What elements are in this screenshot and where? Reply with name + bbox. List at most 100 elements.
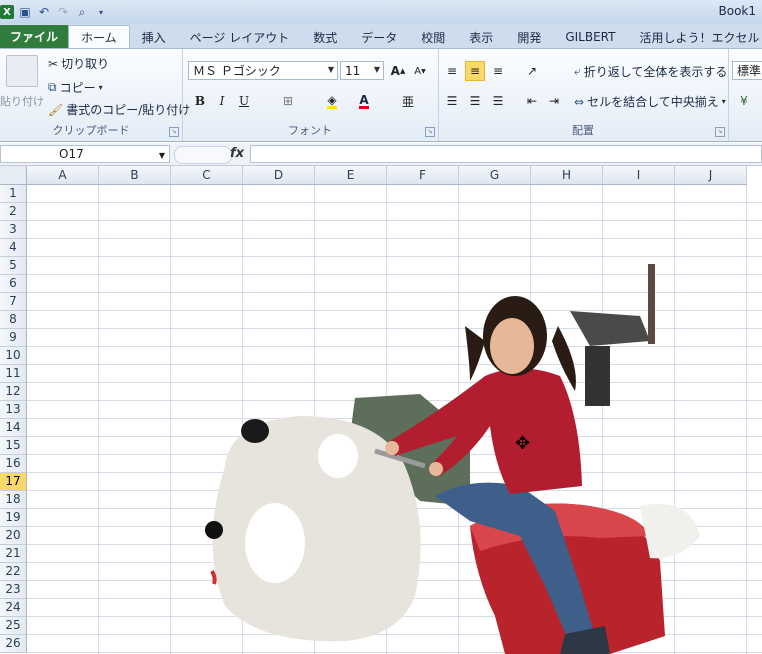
italic-button[interactable]: I: [212, 91, 232, 111]
tab-developer[interactable]: 開発: [505, 26, 553, 48]
name-box-value: O17: [59, 147, 84, 161]
number-format-value: 標準: [737, 64, 762, 78]
align-middle-icon[interactable]: ≡: [465, 61, 485, 81]
tab-review[interactable]: 校閲: [409, 26, 457, 48]
undo-icon[interactable]: ↶: [36, 4, 52, 20]
clipboard-group-label: クリップボード: [52, 124, 130, 137]
tab-file[interactable]: ファイル: [0, 25, 69, 48]
tab-page-layout[interactable]: ページ レイアウト: [178, 26, 302, 48]
cut-label: 切り取り: [61, 57, 110, 71]
merge-icon: ⇔: [574, 94, 585, 109]
font-group: ＭＳ Ｐゴシック ▼ 11 ▼ A ▲ A ▼ B I U ⊞ ◈ A 亜 フォント…: [182, 49, 439, 141]
chevron-down-icon: ▼: [373, 65, 380, 74]
format-painter-label: 書式のコピー/貼り付け: [66, 103, 191, 117]
alignment-group-label: 配置: [572, 124, 594, 137]
move-cursor-icon: ✥: [515, 433, 530, 454]
wrap-text-icon: ⤶: [574, 64, 581, 78]
tab-formulas[interactable]: 数式: [301, 26, 349, 48]
ribbon: 貼り付け ✂ 切り取り ⧉ コピー ▾ 🖌 書式のコピー/貼り付け クリップボー…: [0, 49, 762, 142]
font-name-select[interactable]: ＭＳ Ｐゴシック ▼: [188, 61, 338, 80]
tab-data[interactable]: データ: [349, 26, 409, 48]
girl-pigtail-left: [465, 326, 485, 381]
panda-nose: [205, 521, 223, 539]
align-right-icon[interactable]: ☰: [488, 91, 508, 111]
merge-center-label: セルを結合して中央揃え: [587, 95, 719, 109]
font-color-icon[interactable]: A: [354, 91, 374, 111]
chevron-down-icon: ▼: [327, 65, 334, 74]
align-bottom-icon[interactable]: ≡: [488, 61, 508, 81]
tab-home[interactable]: ホーム: [68, 25, 130, 48]
chevron-down-icon: ▾: [721, 97, 726, 106]
wrap-text-label: 折り返して全体を表示する: [583, 65, 728, 79]
orientation-icon[interactable]: ↗: [522, 61, 542, 81]
worksheet-grid[interactable]: ABCDEFGHIJ 1 2 3 4 5 6 7 8 9 10 11 12 13 14 15 16 17 18 19…: [0, 166, 762, 654]
tab-insert[interactable]: 挿入: [130, 26, 178, 48]
currency-icon[interactable]: ¥: [734, 91, 754, 111]
align-center-icon[interactable]: ☰: [465, 91, 485, 111]
align-top-icon[interactable]: ≡: [442, 61, 462, 81]
tab-katsuyo-excel[interactable]: 活用しよう！エクセル: [627, 26, 762, 48]
tab-view[interactable]: 表示: [457, 26, 505, 48]
borders-icon[interactable]: ⊞: [278, 91, 298, 111]
clipboard-group: 貼り付け ✂ 切り取り ⧉ コピー ▾ 🖌 書式のコピー/貼り付け クリップボー…: [0, 49, 190, 141]
dialog-launcher-icon[interactable]: ↘: [715, 127, 725, 137]
panda-ear-hole: [318, 434, 358, 478]
panda-ear: [241, 419, 269, 443]
workbook-title: Book1: [718, 4, 757, 18]
panda-mouth: [210, 570, 217, 585]
panda-eye-hole: [245, 503, 305, 583]
chevron-down-icon: ▼: [158, 151, 165, 160]
copy-label: コピー: [59, 81, 96, 95]
paintbrush-icon: 🖌: [48, 102, 64, 117]
title-bar: X ▣ ↶ ↷ ⌕ ▾ Book1: [0, 0, 762, 24]
align-left-icon[interactable]: ☰: [442, 91, 462, 111]
merge-center-button[interactable]: ⇔ セルを結合して中央揃え ▾: [574, 93, 726, 110]
print-preview-icon[interactable]: ⌕: [74, 4, 90, 20]
excel-logo-icon[interactable]: X: [0, 5, 14, 19]
phonetic-icon[interactable]: 亜: [398, 91, 418, 111]
paste-button[interactable]: 貼り付け: [0, 93, 44, 109]
redo-icon[interactable]: ↷: [55, 4, 71, 20]
quick-access-toolbar: X ▣ ↶ ↷ ⌕ ▾: [0, 2, 109, 22]
fill-color-icon[interactable]: ◈: [322, 91, 342, 111]
ribbon-tabs: ファイル ホーム 挿入 ページ レイアウト 数式 データ 校閲 表示 開発 GI…: [0, 24, 762, 49]
font-size-select[interactable]: 11 ▼: [340, 61, 384, 80]
ride-motor: [585, 346, 610, 406]
formula-bar-divider: [174, 146, 232, 164]
copy-button[interactable]: ⧉ コピー ▾: [48, 79, 103, 96]
copy-icon: ⧉: [48, 80, 57, 94]
save-icon[interactable]: ▣: [17, 4, 33, 20]
formula-input[interactable]: [250, 145, 762, 163]
underline-button[interactable]: U: [234, 91, 254, 111]
bold-button[interactable]: B: [190, 91, 210, 111]
formula-bar: O17 ▼ fx: [0, 143, 762, 166]
girl-hand: [385, 441, 399, 455]
ride-pole: [648, 264, 655, 344]
insert-function-icon[interactable]: fx: [230, 146, 244, 161]
tab-gilbert[interactable]: GILBERT: [553, 26, 627, 48]
cut-button[interactable]: ✂ 切り取り: [48, 55, 109, 72]
number-format-select[interactable]: 標準: [732, 61, 762, 80]
font-group-label: フォント: [288, 124, 332, 137]
customize-qat-icon[interactable]: ▾: [93, 4, 109, 20]
chevron-down-icon: ▾: [98, 83, 103, 92]
paste-icon[interactable]: [6, 55, 38, 87]
dialog-launcher-icon[interactable]: ↘: [425, 127, 435, 137]
number-group: 標準 ¥: [728, 49, 762, 141]
scissors-icon: ✂: [48, 56, 59, 71]
font-size-value: 11: [345, 63, 361, 78]
pasted-photo[interactable]: ✥: [0, 166, 762, 654]
decrease-indent-icon[interactable]: ⇤: [522, 91, 542, 111]
shrink-font-icon[interactable]: A ▼: [410, 61, 430, 81]
grow-font-icon[interactable]: A ▲: [388, 61, 408, 81]
wrap-text-button[interactable]: ⤶ 折り返して全体を表示する: [574, 63, 727, 80]
dialog-launcher-icon[interactable]: ↘: [169, 127, 179, 137]
ride-tail: [640, 504, 700, 559]
alignment-group: ≡ ≡ ≡ ↗ ☰ ☰ ☰ ⇤ ⇥ ⤶ 折り返して全体を表示する ⇔ セルを結合…: [438, 49, 729, 141]
increase-indent-icon[interactable]: ⇥: [544, 91, 564, 111]
font-name-value: ＭＳ Ｐゴシック: [193, 64, 281, 78]
name-box[interactable]: O17 ▼: [0, 145, 170, 163]
format-painter-button[interactable]: 🖌 書式のコピー/貼り付け: [48, 101, 190, 118]
girl-face: [490, 318, 534, 374]
ride-seat-back: [570, 311, 650, 346]
